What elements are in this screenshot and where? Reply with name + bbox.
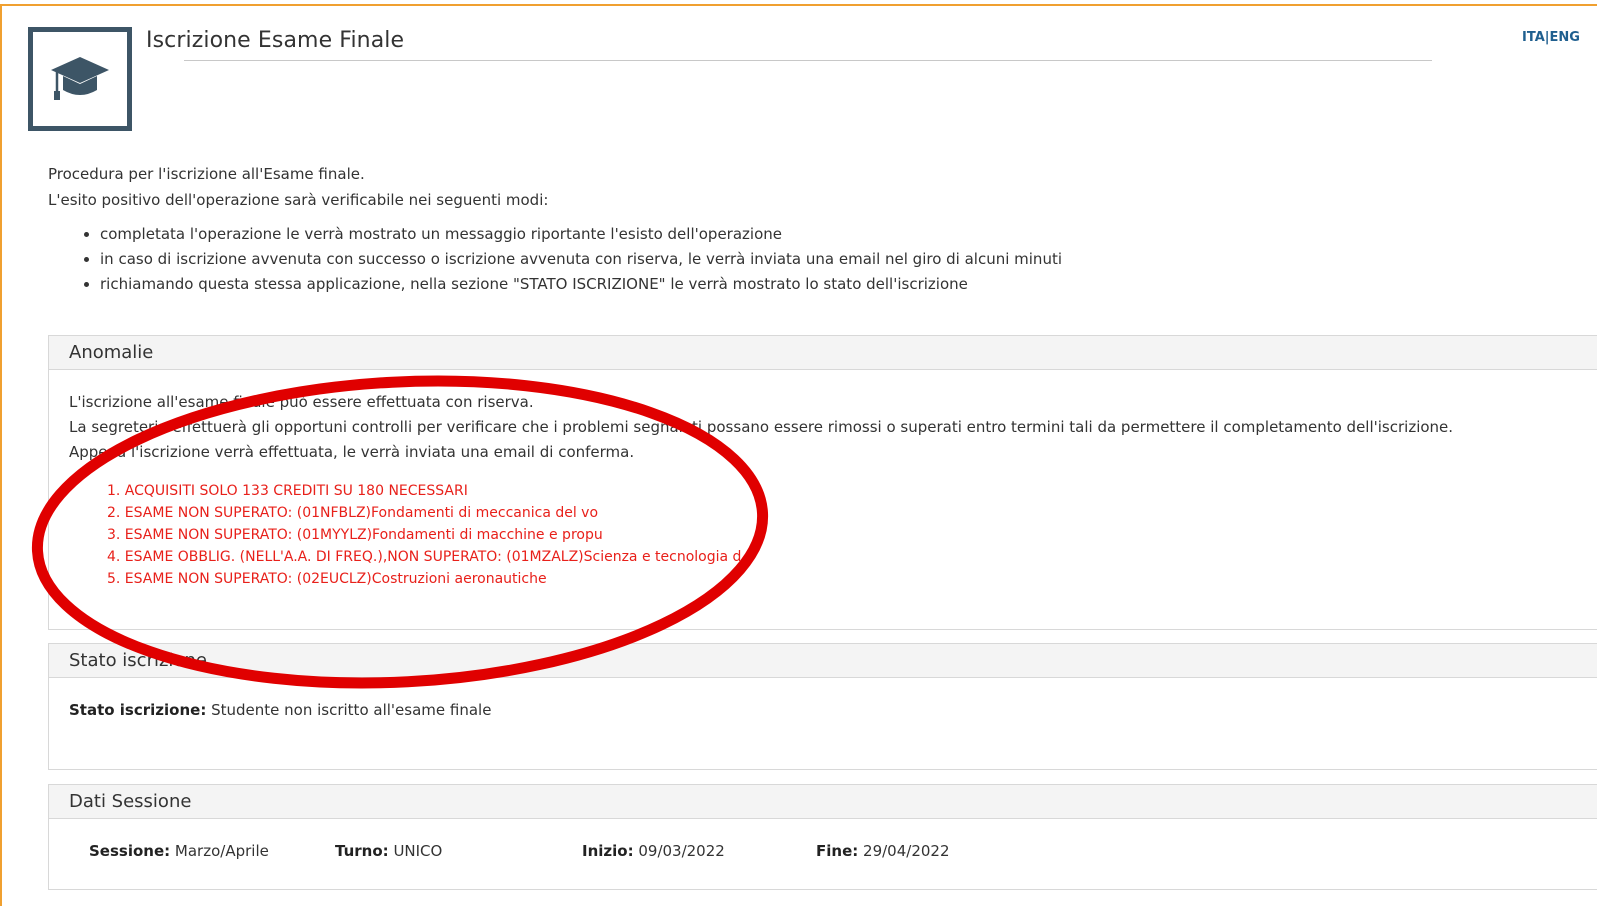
inizio-field: Inizio: 09/03/2022	[582, 842, 725, 860]
anomalie-text-line: La segreteria effettuerà gli opportuni c…	[69, 418, 1454, 436]
dati-panel-title: Dati Sessione	[49, 785, 1597, 819]
anomaly-item: 5. ESAME NON SUPERATO: (02EUCLZ)Costruzi…	[107, 571, 547, 587]
stato-panel: Stato iscrizione Stato iscrizione: Stude…	[48, 643, 1597, 770]
anomaly-item: 1. ACQUISITI SOLO 133 CREDITI SU 180 NEC…	[107, 483, 468, 499]
anomaly-item: 3. ESAME NON SUPERATO: (01MYYLZ)Fondamen…	[107, 527, 603, 543]
intro-line-2: L'esito positivo dell'operazione sarà ve…	[48, 191, 549, 209]
graduation-cap-icon	[51, 57, 109, 100]
header-icon-box	[28, 27, 132, 131]
page-title: Iscrizione Esame Finale	[146, 28, 405, 53]
inizio-value: 09/03/2022	[638, 842, 725, 860]
anomalie-panel-title: Anomalie	[49, 336, 1597, 370]
lang-eng-link[interactable]: ENG	[1550, 30, 1580, 45]
fine-field: Fine: 29/04/2022	[816, 842, 950, 860]
stato-panel-title: Stato iscrizione	[49, 644, 1597, 678]
anomalie-panel: Anomalie L'iscrizione all'esame finale p…	[48, 335, 1597, 630]
lang-ita-link[interactable]: ITA	[1522, 30, 1545, 45]
intro-text: Procedura per l'iscrizione all'Esame fin…	[48, 161, 548, 213]
turno-value: UNICO	[393, 842, 443, 860]
anomalie-list: 1. ACQUISITI SOLO 133 CREDITI SU 180 NEC…	[107, 480, 741, 590]
intro-bullets: completata l'operazione le verrà mostrat…	[70, 222, 1062, 297]
sessione-value: Marzo/Aprile	[174, 842, 269, 860]
anomaly-item: 4. ESAME OBBLIG. (NELL'A.A. DI FREQ.),NO…	[107, 549, 742, 565]
fine-value: 29/04/2022	[863, 842, 950, 860]
anomalie-text-line: Appena l'iscrizione verrà effettuata, le…	[69, 443, 635, 461]
anomalie-description: L'iscrizione all'esame finale può essere…	[69, 390, 1453, 465]
sessione-label: Sessione:	[89, 842, 171, 860]
language-switch: ITA|ENG	[1522, 30, 1597, 45]
inizio-label: Inizio:	[582, 842, 634, 860]
fine-label: Fine:	[816, 842, 859, 860]
title-divider	[184, 60, 1432, 61]
turno-field: Turno: UNICO	[335, 842, 442, 860]
list-item: in caso di iscrizione avvenuta con succe…	[100, 247, 1062, 272]
stato-line: Stato iscrizione: Studente non iscritto …	[69, 701, 491, 719]
list-item: completata l'operazione le verrà mostrat…	[100, 222, 1062, 247]
stato-value: Studente non iscritto all'esame finale	[211, 701, 492, 719]
anomaly-item: 2. ESAME NON SUPERATO: (01NFBLZ)Fondamen…	[107, 505, 599, 521]
intro-line-1: Procedura per l'iscrizione all'Esame fin…	[48, 165, 365, 183]
turno-label: Turno:	[335, 842, 389, 860]
dati-sessione-panel: Dati Sessione Sessione: Marzo/Aprile Tur…	[48, 784, 1597, 890]
anomalie-text-line: L'iscrizione all'esame finale può essere…	[69, 393, 534, 411]
list-item: richiamando questa stessa applicazione, …	[100, 272, 1062, 297]
stato-label: Stato iscrizione:	[69, 701, 207, 719]
sessione-field: Sessione: Marzo/Aprile	[89, 842, 269, 860]
